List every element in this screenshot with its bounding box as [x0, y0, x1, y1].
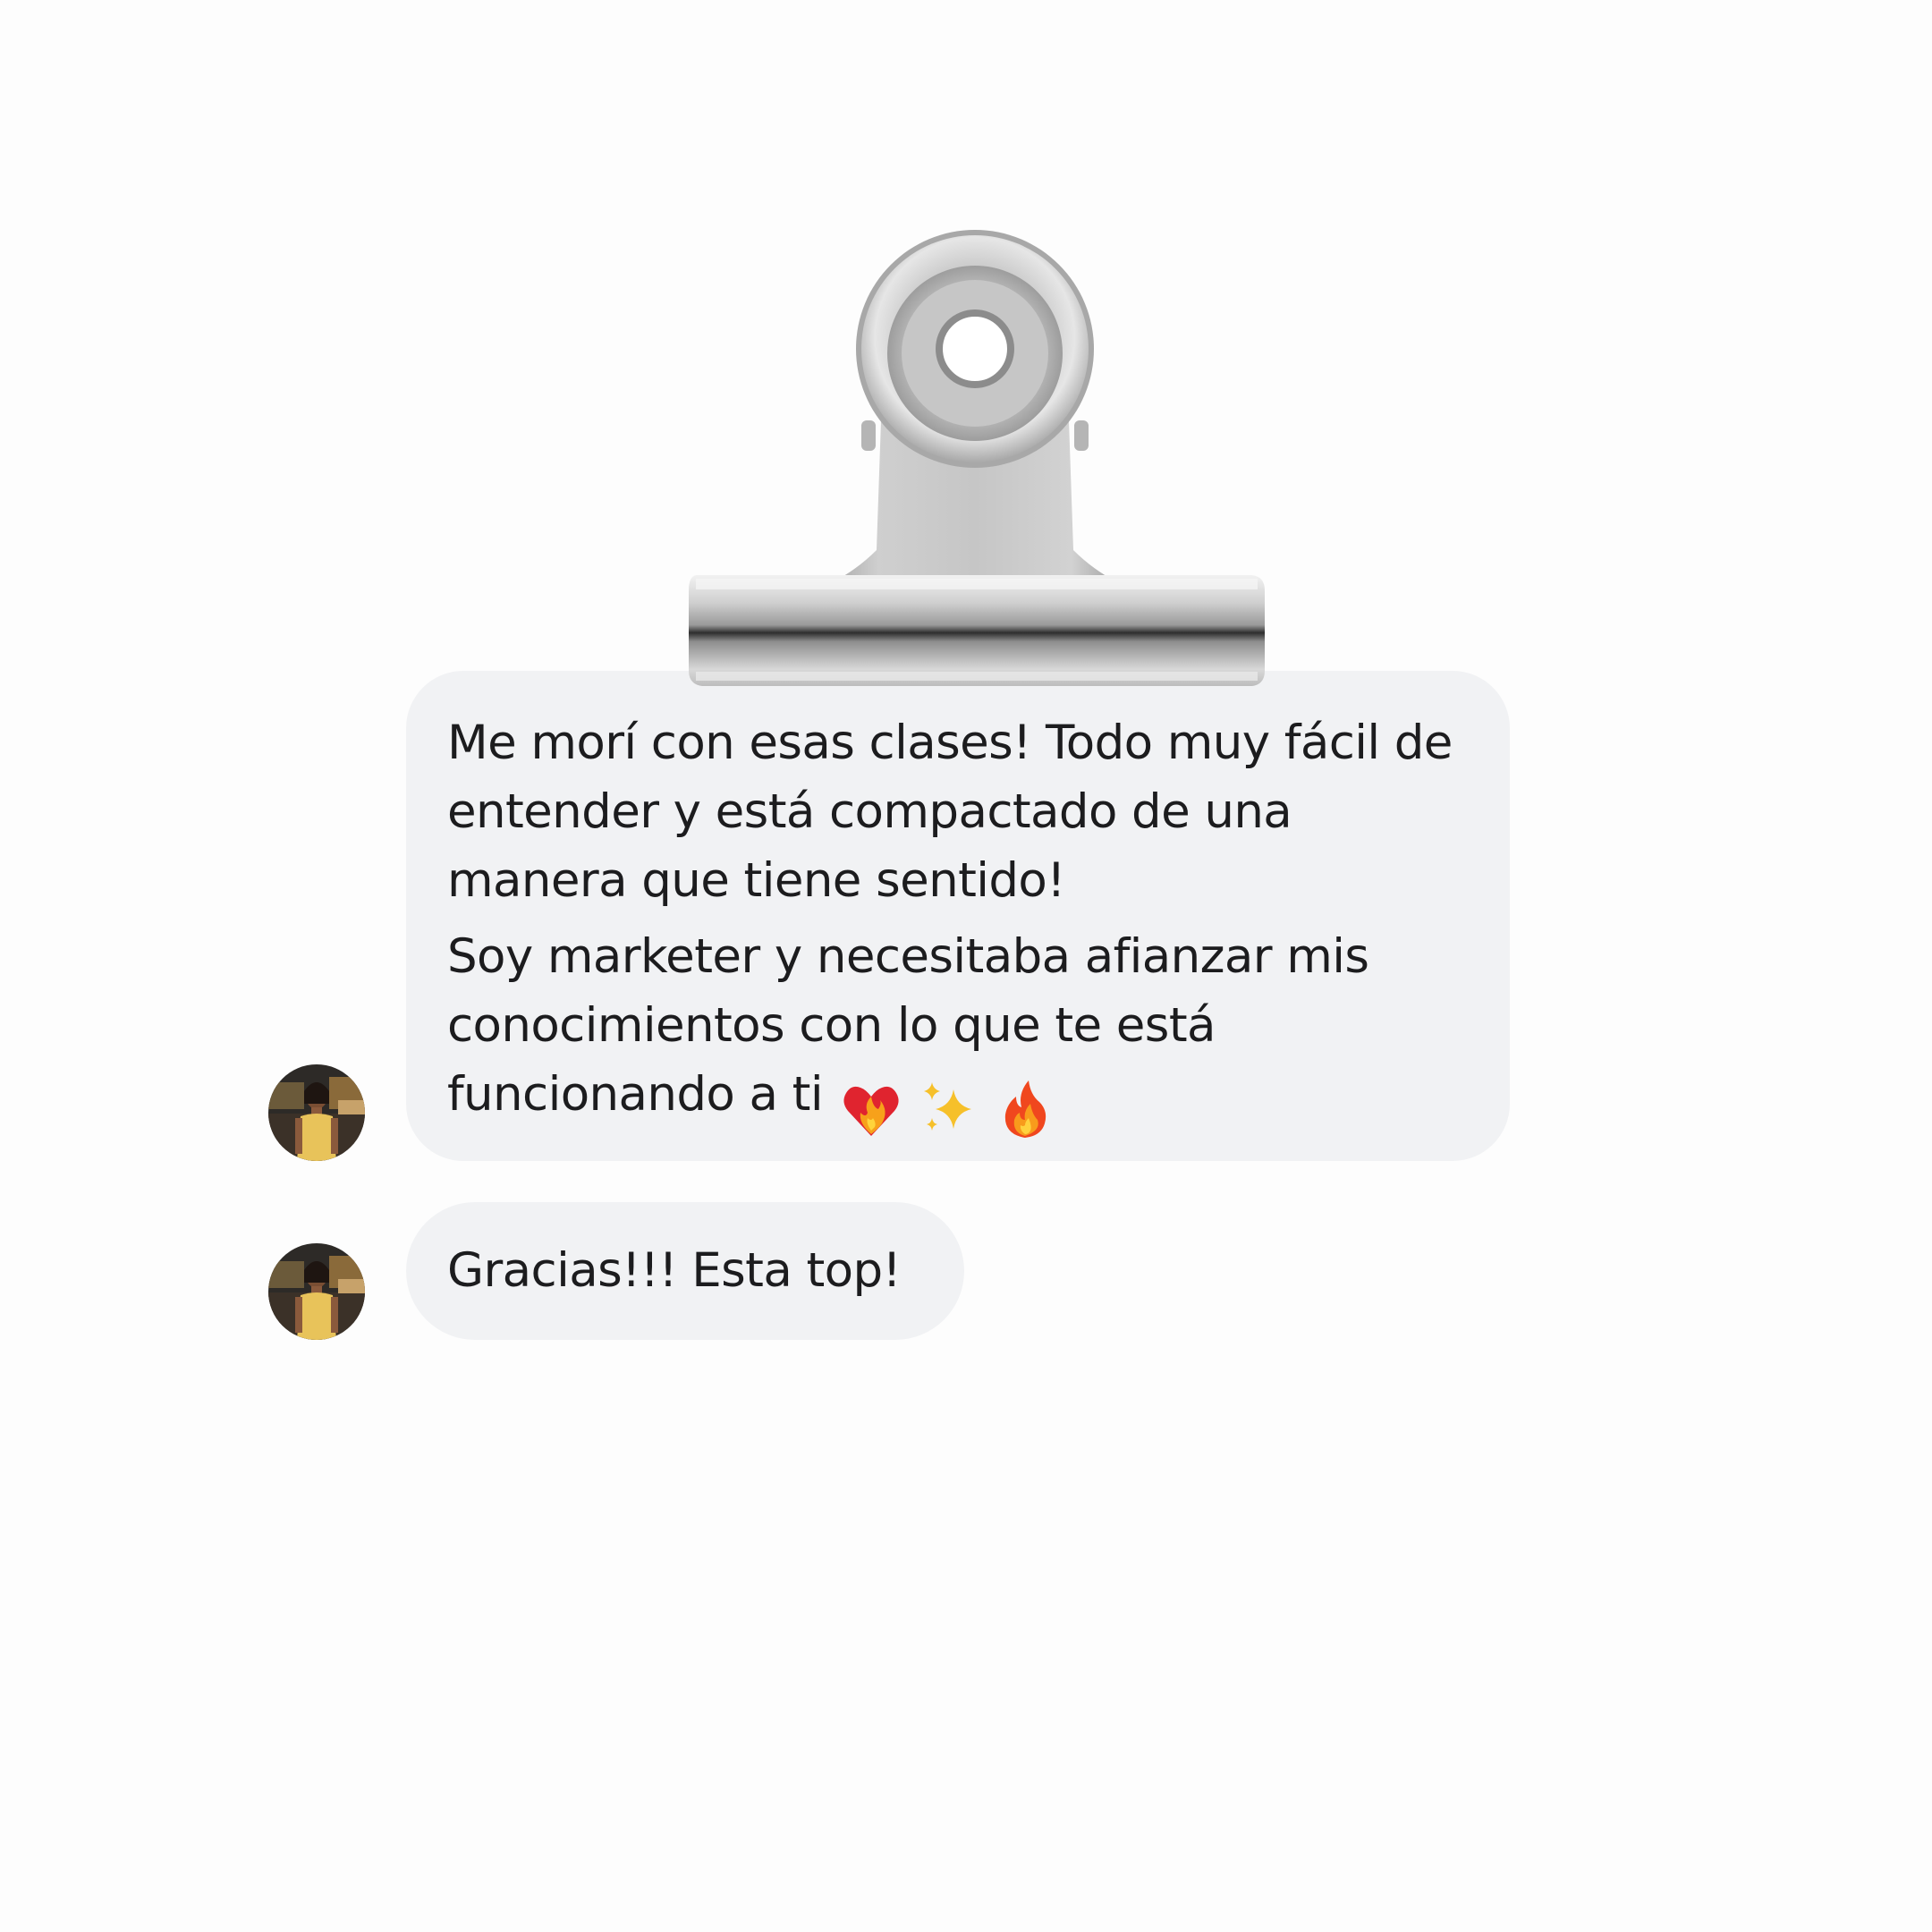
message-text-paragraph-2: Soy marketer y necesitaba afianzar mis c…: [447, 922, 1474, 1141]
avatar[interactable]: [268, 1064, 365, 1161]
message-bubble[interactable]: Me morí con esas clases! Todo muy fácil …: [406, 671, 1510, 1161]
profile-photo-icon: [268, 1243, 365, 1340]
chat-screenshot: Me morí con esas clases! Todo muy fácil …: [0, 0, 1932, 1932]
binder-clip-icon: [689, 230, 1265, 686]
profile-photo-icon: [268, 1064, 365, 1161]
emoji-group: [839, 1072, 1070, 1141]
heart-on-fire-icon: [843, 1087, 899, 1137]
message-text: Gracias!!! Esta top!: [447, 1243, 902, 1298]
message-bubble[interactable]: Gracias!!! Esta top!: [406, 1202, 964, 1340]
message-text: Me morí con esas clases! Todo muy fácil …: [447, 716, 1453, 908]
avatar[interactable]: [268, 1243, 365, 1340]
sparkles-icon: [923, 1082, 971, 1131]
fire-icon: [1004, 1080, 1046, 1139]
